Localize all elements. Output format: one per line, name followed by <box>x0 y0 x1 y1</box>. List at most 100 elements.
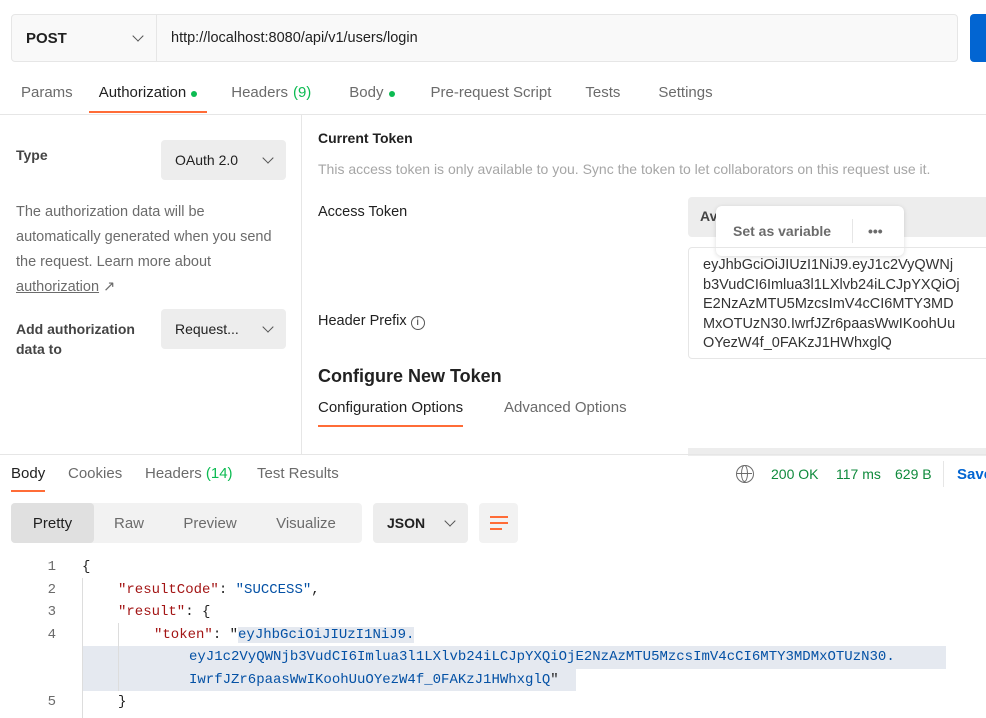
code-line: 4 "token": "eyJhbGciOiJIUzI1NiJ9. <box>0 624 986 647</box>
external-link-icon: ↗ <box>103 279 116 295</box>
tab-advanced-options[interactable]: Advanced Options <box>504 399 627 416</box>
divider <box>943 461 944 487</box>
code-line-wrap: eyJ1c2VyQWNjb3VudCI6Imlua3l1LXlvb24iLCJp… <box>82 646 946 669</box>
request-bar: POST http://localhost:8080/api/v1/users/… <box>11 14 958 62</box>
view-mode-group: Pretty Raw Preview Visualize <box>11 503 362 543</box>
tab-authorization[interactable]: Authorization <box>88 80 208 114</box>
code-line: 5} <box>0 691 986 714</box>
tab-label: Body <box>349 84 384 101</box>
view-pretty[interactable]: Pretty <box>11 503 94 543</box>
add-to-label: Add authorization data to <box>16 321 135 357</box>
line-number: 5 <box>47 694 56 711</box>
type-label: Type <box>16 147 48 163</box>
select-value: Request... <box>175 321 239 337</box>
code-text: : <box>218 581 236 598</box>
tab-tests[interactable]: Tests <box>575 80 630 114</box>
tab-label: Headers <box>145 465 202 482</box>
divider <box>0 114 986 115</box>
auth-info: The authorization data will be automatic… <box>16 200 286 300</box>
header-prefix-label: Header Prefix i <box>318 313 425 330</box>
json-key: "result" <box>118 604 186 621</box>
response-body[interactable]: 1{ 2 "resultCode": "SUCCESS", 3 "result": … <box>0 556 986 714</box>
chevron-down-icon <box>132 30 144 42</box>
save-response-button[interactable]: Save <box>957 466 986 483</box>
code-text: { <box>82 559 91 576</box>
response-time[interactable]: 117 ms <box>836 466 881 482</box>
view-preview[interactable]: Preview <box>164 503 256 543</box>
response-size[interactable]: 629 B <box>895 466 932 482</box>
json-value: "SUCCESS" <box>235 581 312 598</box>
info-icon: i <box>410 316 425 330</box>
select-value: JSON <box>387 515 426 531</box>
access-token-label: Access Token <box>318 204 408 220</box>
response-tab-body[interactable]: Body <box>11 465 46 492</box>
json-value: eyJhbGciOiJIUzI1NiJ9. <box>238 626 415 643</box>
tab-settings[interactable]: Settings <box>648 80 722 114</box>
active-dot <box>388 91 395 97</box>
tab-body[interactable]: Body <box>339 80 404 114</box>
divider <box>0 454 986 455</box>
request-tabs: Params Authorization Headers (9) Body Pre… <box>0 80 729 114</box>
code-line: 1{ <box>0 556 986 579</box>
tab-count: (14) <box>205 465 233 482</box>
code-line-wrap: IwrfJZr6paasWwIKoohUuOYezW4f_0FAKzJ1HWhx… <box>0 668 986 691</box>
code-text: , <box>311 581 320 598</box>
response-tab-headers[interactable]: Headers (14) <box>145 465 233 482</box>
method-label: POST <box>26 29 67 47</box>
code-text: } <box>118 694 127 711</box>
send-button[interactable] <box>970 14 986 62</box>
url-input[interactable]: http://localhost:8080/api/v1/users/login <box>157 15 418 61</box>
line-number: 1 <box>47 559 56 576</box>
info-text: The authorization data will be automatic… <box>16 204 272 270</box>
set-as-variable-button[interactable]: Set as variable <box>716 219 853 243</box>
tab-params[interactable]: Params <box>11 80 83 114</box>
json-value: eyJ1c2VyQWNjb3VudCI6Imlua3l1LXlvb24iLCJp… <box>189 649 895 666</box>
code-text: " <box>550 671 559 688</box>
wrap-lines-icon[interactable] <box>479 503 518 543</box>
tab-label: Authorization <box>98 84 187 101</box>
chevron-down-icon <box>262 321 274 333</box>
tab-label: Params <box>21 84 73 101</box>
format-select[interactable]: JSON <box>373 503 468 543</box>
indent-guide <box>118 623 119 691</box>
tab-label: Headers <box>231 84 288 101</box>
tab-label: Pre-request Script <box>430 84 552 101</box>
select-value: OAuth 2.0 <box>175 152 239 168</box>
code-line: 3 "result": { <box>0 601 986 624</box>
code-line: 2 "resultCode": "SUCCESS", <box>0 579 986 602</box>
json-value: IwrfJZr6paasWwIKoohUuOYezW4f_0FAKzJ1HWhx… <box>189 671 551 688</box>
view-raw[interactable]: Raw <box>94 503 164 543</box>
code-text: : { <box>185 604 211 621</box>
current-token-desc: This access token is only available to y… <box>318 161 931 177</box>
tab-pre-request-script[interactable]: Pre-request Script <box>421 80 562 114</box>
configure-title: Configure New Token <box>318 366 502 386</box>
response-tab-test-results[interactable]: Test Results <box>257 465 339 482</box>
tab-count: (9) <box>292 84 312 101</box>
line-number: 3 <box>47 604 56 621</box>
status-code[interactable]: 200 OK <box>771 466 818 482</box>
chevron-down-icon <box>262 152 274 164</box>
line-number: 2 <box>47 581 56 598</box>
more-icon[interactable]: ••• <box>853 223 883 239</box>
method-select[interactable]: POST <box>12 15 157 61</box>
tab-label: Settings <box>658 84 713 101</box>
json-key: "resultCode" <box>118 581 219 598</box>
access-token-value[interactable]: eyJhbGciOiJIUzI1NiJ9.eyJ1c2VyQWNjb3VudCI… <box>688 247 986 359</box>
tab-label: Tests <box>585 84 621 101</box>
divider <box>301 114 302 454</box>
line-number: 4 <box>47 626 56 643</box>
tab-configuration-options[interactable]: Configuration Options <box>318 399 464 427</box>
view-visualize[interactable]: Visualize <box>256 503 356 543</box>
code-text: : " <box>212 626 239 643</box>
tab-headers[interactable]: Headers (9) <box>221 80 321 114</box>
add-to-select[interactable]: Request... <box>161 309 286 349</box>
globe-icon[interactable] <box>736 465 754 483</box>
label: Header Prefix <box>318 313 407 329</box>
select-value: Av <box>700 208 718 224</box>
json-key: "token" <box>154 626 213 643</box>
response-tab-cookies[interactable]: Cookies <box>68 465 122 482</box>
active-dot <box>191 91 198 97</box>
chevron-down-icon <box>444 515 456 527</box>
auth-type-select[interactable]: OAuth 2.0 <box>161 140 286 180</box>
authorization-link[interactable]: authorization <box>16 279 99 295</box>
